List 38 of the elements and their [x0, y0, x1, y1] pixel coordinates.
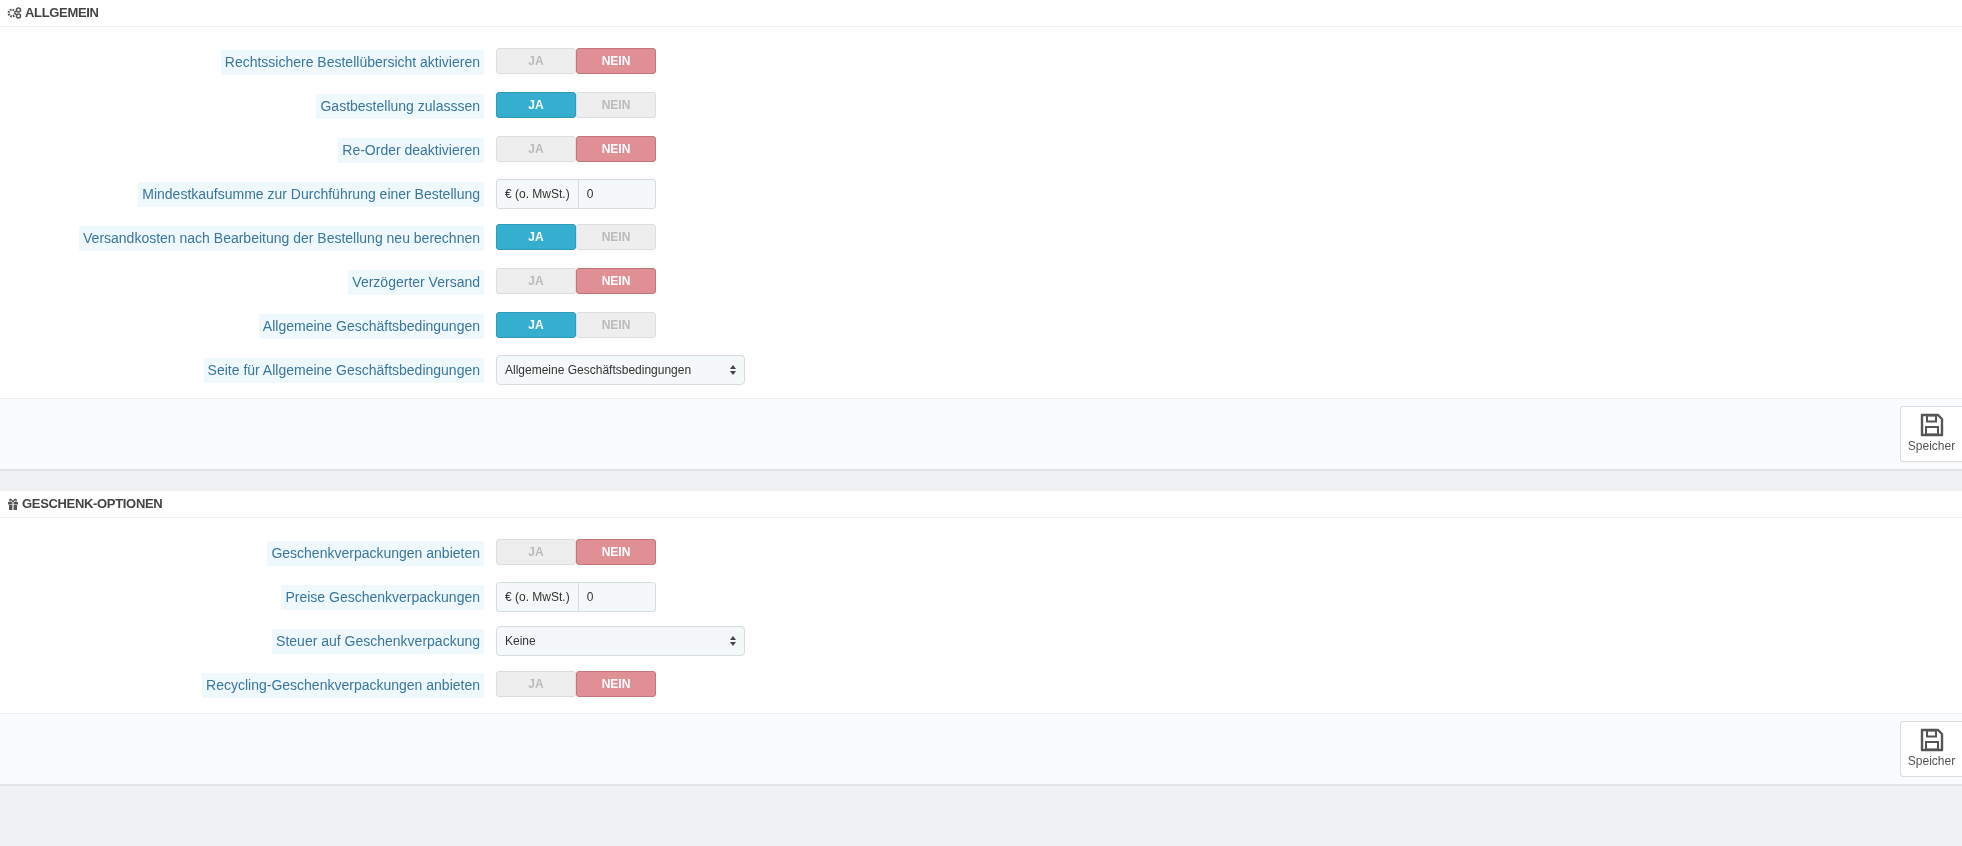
- gears-icon: [7, 7, 22, 19]
- toggle-option[interactable]: JA: [496, 92, 576, 118]
- field-label: Versandkosten nach Bearbeitung der Bestellung neu berechnen: [79, 225, 484, 251]
- amount-field[interactable]: € (o. MwSt.) 0: [496, 179, 656, 209]
- field-label: Seite für Allgemeine Geschäftsbedingungen: [203, 357, 484, 383]
- field-label: Recycling-Geschenkverpackungen anbieten: [202, 672, 484, 698]
- toggle-option[interactable]: NEIN: [576, 268, 656, 294]
- toggle-option[interactable]: NEIN: [576, 539, 656, 565]
- save-button[interactable]: Speicher: [1900, 721, 1962, 777]
- currency-addon: € (o. MwSt.): [497, 180, 579, 208]
- toggle-option[interactable]: JA: [496, 224, 576, 250]
- field-label: Gastbestellung zulasssen: [316, 93, 484, 119]
- field-label: Steuer auf Geschenkverpackung: [272, 628, 484, 654]
- field-label: Rechtssichere Bestellübersicht aktivieren: [220, 49, 484, 75]
- toggle-option[interactable]: NEIN: [576, 671, 656, 697]
- section-title: GESCHENK-OPTIONEN: [22, 495, 163, 514]
- field-label: Re-Order deaktivieren: [338, 137, 484, 163]
- field-label: Mindestkaufsumme zur Durchführung einer Bestellung: [138, 181, 484, 207]
- updown-caret-icon: [730, 365, 736, 375]
- currency-addon: € (o. MwSt.): [497, 583, 579, 611]
- field-label: Verzögerter Versand: [348, 269, 484, 295]
- field-label: Allgemeine Geschäftsbedingungen: [258, 313, 484, 339]
- toggle-option[interactable]: NEIN: [576, 48, 656, 74]
- section-title: ALLGEMEIN: [25, 4, 99, 23]
- field-label: Preise Geschenkverpackungen: [281, 584, 484, 610]
- updown-caret-icon: [730, 636, 736, 646]
- toggle-option[interactable]: JA: [496, 312, 576, 338]
- dropdown[interactable]: Allgemeine Geschäftsbedingungen: [496, 355, 745, 385]
- save-button[interactable]: Speicher: [1900, 406, 1962, 462]
- dropdown[interactable]: Keine: [496, 626, 745, 656]
- amount-field[interactable]: € (o. MwSt.) 0: [496, 582, 656, 612]
- toggle-option[interactable]: NEIN: [576, 136, 656, 162]
- save-icon: [1919, 413, 1944, 437]
- amount-value: 0: [585, 589, 595, 606]
- save-icon: [1919, 728, 1944, 752]
- amount-value: 0: [585, 186, 595, 203]
- gift-icon: [7, 498, 19, 510]
- field-label: Geschenkverpackungen anbieten: [267, 540, 484, 566]
